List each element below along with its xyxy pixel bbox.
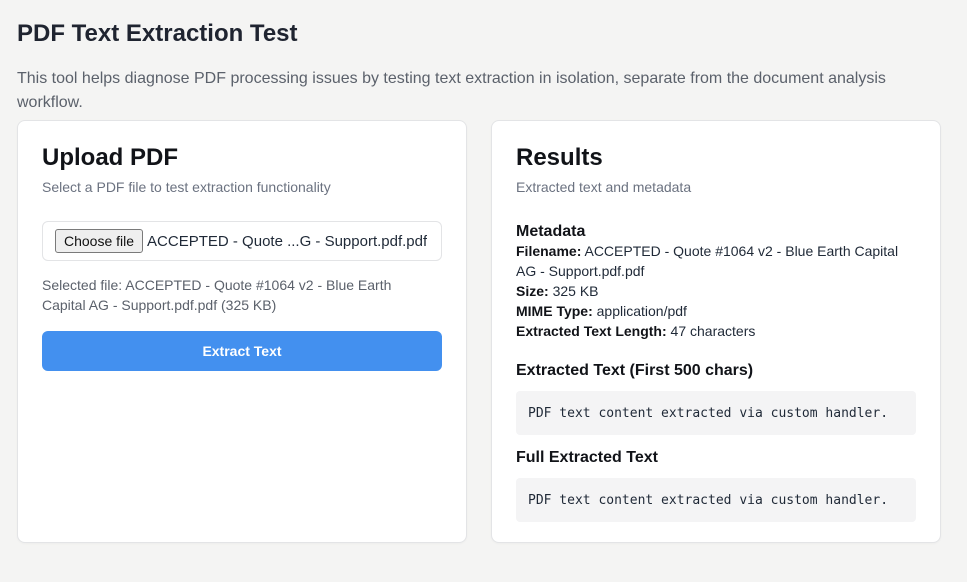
extracted-preview-text: PDF text content extracted via custom ha…	[516, 391, 916, 435]
full-extracted-text: PDF text content extracted via custom ha…	[516, 478, 916, 522]
choose-file-button[interactable]: Choose file	[55, 229, 144, 253]
metadata-value: 325 KB	[552, 283, 599, 299]
results-card-title: Results	[516, 144, 603, 171]
page-description: This tool helps diagnose PDF processing …	[17, 70, 886, 111]
upload-card-title: Upload PDF	[42, 144, 178, 171]
metadata-filename: Filename: ACCEPTED - Quote #1064 v2 - Bl…	[516, 241, 916, 281]
metadata-label: Extracted Text Length:	[516, 323, 667, 339]
upload-card: Upload PDF Select a PDF file to test ext…	[17, 120, 467, 543]
full-text-heading: Full Extracted Text	[516, 449, 658, 466]
page-title: PDF Text Extraction Test	[17, 20, 298, 47]
page: PDF Text Extraction Test This tool helps…	[0, 0, 967, 543]
extract-text-button[interactable]: Extract Text	[42, 331, 442, 371]
selected-file-text: Selected file: ACCEPTED - Quote #1064 v2…	[42, 277, 392, 313]
extracted-preview-heading: Extracted Text (First 500 chars)	[516, 362, 754, 379]
file-name-display: ACCEPTED - Quote ...G - Support.pdf.pdf	[147, 232, 428, 250]
metadata-label: MIME Type:	[516, 303, 593, 319]
file-input[interactable]: Choose file ACCEPTED - Quote ...G - Supp…	[42, 221, 442, 261]
metadata-heading: Metadata	[516, 223, 586, 240]
metadata-text-length: Extracted Text Length: 47 characters	[516, 321, 916, 341]
metadata-label: Size:	[516, 283, 549, 299]
results-card-subtitle: Extracted text and metadata	[516, 179, 692, 195]
metadata-size: Size: 325 KB	[516, 281, 916, 301]
results-card: Results Extracted text and metadata Meta…	[491, 120, 941, 543]
upload-card-subtitle: Select a PDF file to test extraction fun…	[42, 179, 331, 195]
metadata-value: application/pdf	[596, 303, 687, 319]
cards-grid: Upload PDF Select a PDF file to test ext…	[17, 120, 950, 543]
metadata-mime-type: MIME Type: application/pdf	[516, 301, 916, 321]
metadata-label: Filename:	[516, 243, 582, 259]
metadata-value: 47 characters	[670, 323, 756, 339]
metadata-list: Filename: ACCEPTED - Quote #1064 v2 - Bl…	[516, 241, 916, 341]
